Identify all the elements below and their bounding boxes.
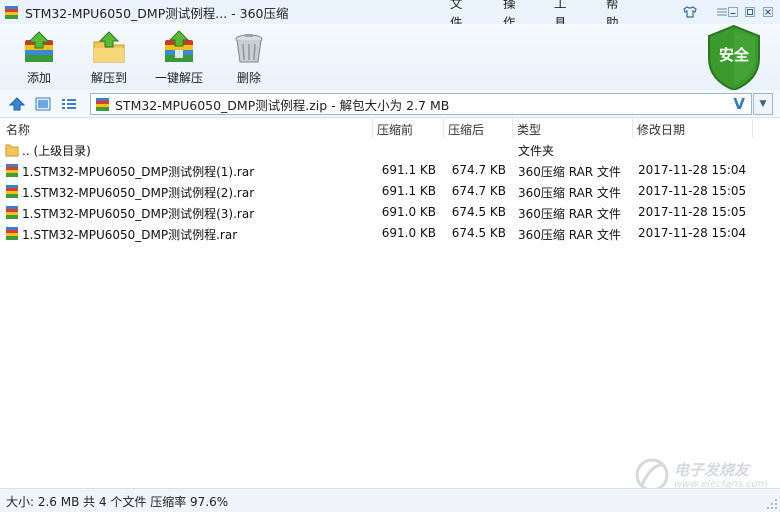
file-modified: 2017-11-28 15:05 xyxy=(638,184,747,198)
file-modified: 2017-11-28 15:05 xyxy=(638,205,747,219)
verified-mark-icon: V xyxy=(733,95,745,113)
add-button[interactable]: 添加 xyxy=(4,24,74,90)
column-divider[interactable] xyxy=(632,119,633,138)
extract-folder-icon xyxy=(93,31,125,63)
shirt-icon xyxy=(683,6,697,18)
view-large-icon xyxy=(35,97,51,111)
maximize-button[interactable] xyxy=(740,3,760,21)
file-name: .. (上级目录) xyxy=(22,144,91,158)
rar-file-icon xyxy=(6,185,18,198)
delete-button[interactable]: 删除 xyxy=(214,24,284,90)
minimize-icon xyxy=(728,7,738,17)
file-packed-size: 691.0 KB xyxy=(381,226,436,240)
file-packed-size: 691.1 KB xyxy=(381,184,436,198)
path-text: STM32-MPU6050_DMP测试例程.zip - 解包大小为 2.7 MB xyxy=(115,97,450,113)
file-modified: 2017-11-28 15:04 xyxy=(638,226,747,240)
column-header-type[interactable]: 类型 xyxy=(517,121,541,138)
column-header-packed[interactable]: 压缩前 xyxy=(377,121,413,138)
file-unpacked-size: 674.7 KB xyxy=(451,184,506,198)
close-icon xyxy=(763,7,773,17)
file-unpacked-size: 674.5 KB xyxy=(451,205,506,219)
maximize-icon xyxy=(745,7,755,17)
rar-file-icon xyxy=(6,206,18,219)
rar-file-icon xyxy=(6,227,18,240)
column-header-modified[interactable]: 修改日期 xyxy=(637,121,685,138)
archive-icon xyxy=(96,97,109,111)
file-row[interactable]: 1.STM32-MPU6050_DMP测试例程.rar 691.0 KB 674… xyxy=(0,223,780,244)
security-label: 安全 xyxy=(718,46,749,64)
add-archive-icon xyxy=(25,31,53,62)
extract-to-button[interactable]: 解压到 xyxy=(74,24,144,90)
chevron-down-icon: ▼ xyxy=(759,99,767,109)
file-type: 360压缩 RAR 文件 xyxy=(518,165,621,179)
file-modified: 2017-11-28 15:04 xyxy=(638,163,747,177)
column-divider[interactable] xyxy=(512,119,513,138)
one-click-extract-button[interactable]: 一键解压 xyxy=(144,24,214,90)
path-dropdown-button[interactable]: ▼ xyxy=(753,93,773,115)
file-name: 1.STM32-MPU6050_DMP测试例程(2).rar xyxy=(22,186,255,200)
folder-icon xyxy=(5,144,19,157)
up-level-button[interactable] xyxy=(7,94,27,114)
file-row[interactable]: 1.STM32-MPU6050_DMP测试例程(3).rar 691.0 KB … xyxy=(0,202,780,223)
file-row[interactable]: 1.STM32-MPU6050_DMP测试例程(1).rar 691.1 KB … xyxy=(0,160,780,181)
view-list-icon xyxy=(62,99,76,109)
file-name: 1.STM32-MPU6050_DMP测试例程.rar xyxy=(22,228,238,242)
thumbnail-view-button[interactable] xyxy=(33,94,53,114)
file-row-parent[interactable]: .. (上级目录) 文件夹 xyxy=(0,139,780,160)
up-arrow-icon xyxy=(9,97,25,111)
path-field[interactable]: STM32-MPU6050_DMP测试例程.zip - 解包大小为 2.7 MB… xyxy=(90,93,752,115)
status-bar: 大小: 2.6 MB 共 4 个文件 压缩率 97.6% xyxy=(0,488,780,512)
close-button[interactable] xyxy=(758,3,778,21)
rar-file-icon xyxy=(6,164,18,177)
file-name: 1.STM32-MPU6050_DMP测试例程(3).rar xyxy=(22,207,255,221)
delete-label: 删除 xyxy=(236,71,261,85)
file-type: 360压缩 RAR 文件 xyxy=(518,207,621,221)
column-header-name[interactable]: 名称 xyxy=(6,121,30,138)
skin-button[interactable] xyxy=(680,3,700,21)
list-view-button[interactable] xyxy=(59,94,79,114)
watermark-brand: 电子发烧友 xyxy=(674,461,750,479)
file-unpacked-size: 674.5 KB xyxy=(451,226,506,240)
security-shield[interactable]: 安全 xyxy=(704,24,764,92)
add-label: 添加 xyxy=(26,71,51,85)
file-type: 360压缩 RAR 文件 xyxy=(518,228,621,242)
file-packed-size: 691.0 KB xyxy=(381,205,436,219)
extract-to-label: 解压到 xyxy=(90,71,127,85)
file-type: 文件夹 xyxy=(518,144,555,158)
navigation-bar: STM32-MPU6050_DMP测试例程.zip - 解包大小为 2.7 MB… xyxy=(0,90,780,118)
column-headers: 名称 压缩前 压缩后 类型 修改日期 xyxy=(0,119,780,138)
one-click-extract-label: 一键解压 xyxy=(154,71,203,85)
column-divider[interactable] xyxy=(372,119,373,138)
column-divider[interactable] xyxy=(752,119,753,138)
status-text: 大小: 2.6 MB 共 4 个文件 压缩率 97.6% xyxy=(6,495,229,509)
file-row[interactable]: 1.STM32-MPU6050_DMP测试例程(2).rar 691.1 KB … xyxy=(0,181,780,202)
window-title: STM32-MPU6050_DMP测试例程... - 360压缩 xyxy=(25,5,289,21)
column-divider[interactable] xyxy=(443,119,444,138)
app-icon xyxy=(5,5,18,19)
column-header-unpacked[interactable]: 压缩后 xyxy=(448,121,484,138)
title-bar: STM32-MPU6050_DMP测试例程... - 360压缩 xyxy=(0,0,780,24)
resize-grip-icon[interactable] xyxy=(766,498,778,510)
file-type: 360压缩 RAR 文件 xyxy=(518,186,621,200)
trash-can-icon xyxy=(235,34,263,63)
file-name: 1.STM32-MPU6050_DMP测试例程(1).rar xyxy=(22,165,255,179)
file-unpacked-size: 674.7 KB xyxy=(451,163,506,177)
toolbar: 添加 解压到 一键解压 删除 xyxy=(0,24,780,90)
file-packed-size: 691.1 KB xyxy=(381,163,436,177)
one-click-extract-icon xyxy=(165,30,193,62)
